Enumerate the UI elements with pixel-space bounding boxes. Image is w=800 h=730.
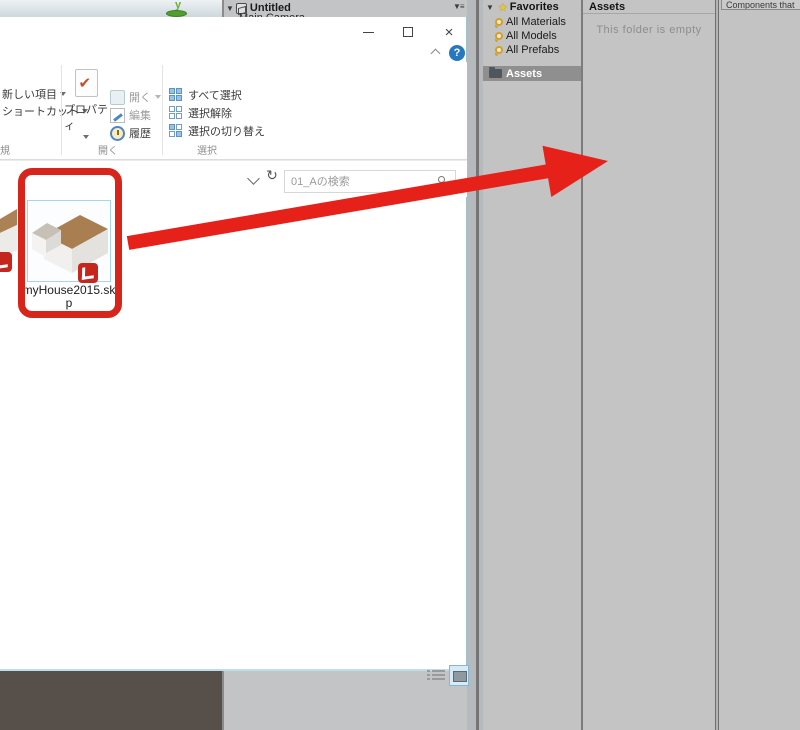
ribbon-separator [162,65,163,155]
view-mode-thumbnail-button[interactable] [449,665,469,686]
project-favorites-column [483,0,581,730]
select-none-label: 選択解除 [188,108,232,120]
open-button[interactable]: 開く [110,89,161,105]
invert-selection-icon [169,123,184,139]
new-item-label: 新しい項目 [2,89,57,101]
select-all-icon [169,87,184,103]
search-input[interactable] [291,171,426,192]
sketchup-logo-icon [0,252,12,272]
search-box [284,170,456,193]
open-icon [110,89,125,105]
properties-label: プロパティ [64,104,108,132]
panel-divider[interactable] [476,0,479,730]
edit-pencil-icon [110,107,125,123]
explorer-window: × ? 新しい項目 ショートカット プロパティ 開く 編集 [0,17,469,686]
partial-thumbnail [0,209,17,255]
view-mode-list-button[interactable] [427,668,445,685]
maximize-button[interactable] [392,19,424,45]
group-label-select: 選択 [197,146,217,157]
project-content-header: Assets [583,0,715,14]
select-none-icon [169,105,184,121]
favorites-item-label: All Models [506,30,557,42]
foldout-triangle-icon[interactable]: ▼ [226,4,234,13]
select-none-button[interactable]: 選択解除 [169,105,232,121]
select-all-label: すべて選択 [188,90,242,102]
invert-selection-label: 選択の切り替え [188,126,265,138]
ribbon-collapse-button[interactable] [428,47,442,59]
close-button[interactable]: × [433,19,465,45]
group-label-open: 開く [98,146,118,157]
scene-gizmo-y-axis-icon[interactable] [166,10,187,17]
star-icon: ★ [497,1,508,14]
list-icon [427,674,445,676]
inspector-panel [719,0,800,730]
empty-folder-message: This folder is empty [596,24,702,36]
refresh-icon[interactable]: ↻ [263,167,281,187]
assets-root-label: Assets [506,67,543,80]
list-icon [427,678,445,680]
panel-gap [467,0,483,730]
minimize-button[interactable] [352,19,384,45]
favorites-header-label: Favorites [509,1,559,13]
list-icon [427,670,445,672]
history-button[interactable]: 履歴 [110,125,151,141]
favorites-item-label: All Materials [506,16,566,28]
file-item-partial[interactable] [0,205,17,285]
close-icon: × [444,23,454,41]
favorites-header[interactable]: ▼ ★ Favorites [484,0,580,14]
help-button[interactable]: ? [449,45,465,61]
history-label: 履歴 [129,128,151,140]
edit-label: 編集 [129,110,151,122]
unity-scene-view-strip: y [0,0,222,17]
foldout-triangle-icon[interactable]: ▼ [486,3,494,12]
properties-button[interactable]: プロパティ [64,65,108,141]
history-clock-icon [110,125,125,141]
chevron-up-icon [430,48,440,59]
invert-selection-button[interactable]: 選択の切り替え [169,123,265,139]
select-all-button[interactable]: すべて選択 [169,87,242,103]
inspector-clipped-help-box: Components that [721,0,800,10]
project-assets-root-row[interactable]: Assets [483,66,581,81]
project-content-area [583,0,715,730]
unity-scene-view-dark-area [0,671,222,730]
group-label-new: 規 [0,146,10,157]
search-filter-icon [495,32,503,40]
favorites-item-all-models[interactable]: All Models [495,29,585,43]
dropdown-arrow-icon [83,135,89,139]
minimize-icon [362,31,374,33]
favorites-item-label: All Prefabs [506,44,560,56]
maximize-icon [403,27,413,37]
address-dropdown-icon[interactable] [247,172,260,185]
explorer-ribbon: 新しい項目 ショートカット プロパティ 開く 編集 履歴 [0,62,467,160]
favorites-item-all-materials[interactable]: All Materials [495,15,585,29]
favorites-item-all-prefabs[interactable]: All Prefabs [495,43,585,57]
search-filter-icon [495,18,503,26]
edit-button[interactable]: 編集 [110,107,151,123]
open-label: 開く [129,92,151,104]
dropdown-arrow-icon [155,95,161,99]
search-magnifier-icon [438,176,445,183]
red-highlight-box [18,168,122,318]
properties-check-document-icon [74,69,98,97]
ribbon-separator [61,65,62,155]
search-filter-icon [495,46,503,54]
folder-icon [489,67,502,78]
new-item-button[interactable]: 新しい項目 [2,86,66,102]
